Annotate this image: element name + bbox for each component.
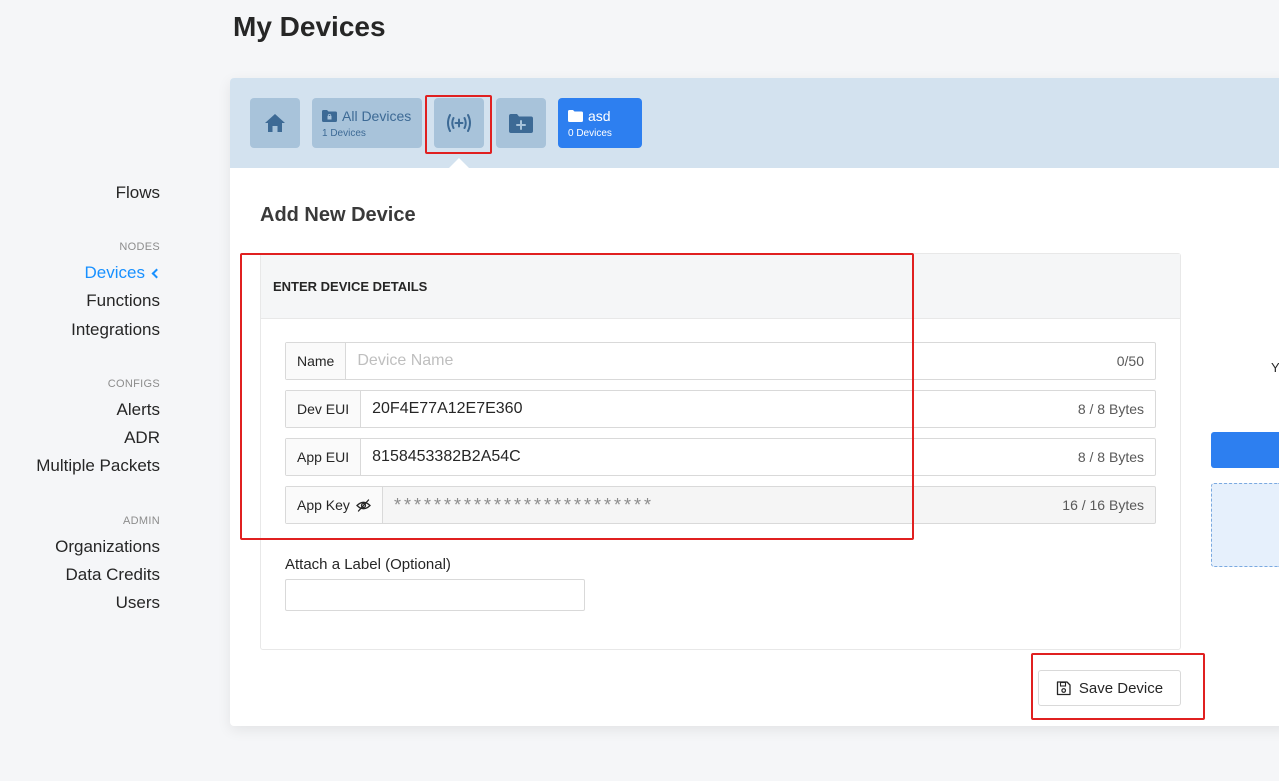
add-device-button[interactable] xyxy=(434,98,484,148)
app-eui-field[interactable]: App EUI 8158453382B2A54C 8 / 8 Bytes xyxy=(285,438,1156,476)
dev-eui-input[interactable]: 20F4E77A12E7E360 xyxy=(361,391,1078,427)
app-eui-label: App EUI xyxy=(286,439,362,475)
sidebar-item-alerts[interactable]: Alerts xyxy=(117,400,160,420)
app-key-label: App Key xyxy=(297,497,350,513)
sidebar-item-devices[interactable]: Devices xyxy=(84,263,162,283)
sidebar-item-label: Devices xyxy=(84,263,145,282)
sidebar-item-organizations[interactable]: Organizations xyxy=(55,537,160,557)
app-eui-counter: 8 / 8 Bytes xyxy=(1077,449,1144,465)
add-device-title: Add New Device xyxy=(260,204,416,226)
active-tab-pointer xyxy=(449,158,469,168)
antenna-plus-icon xyxy=(447,114,471,132)
sidebar-section-nodes: NODES xyxy=(119,241,160,253)
name-field[interactable]: Name Device Name 0/50 xyxy=(285,342,1156,380)
sidebar-item-functions[interactable]: Functions xyxy=(86,291,160,311)
device-details-panel: ENTER DEVICE DETAILS Name Device Name 0/… xyxy=(260,253,1181,650)
name-label: Name xyxy=(286,343,347,379)
device-toolbar: All Devices 1 Devices asd 0 Devices xyxy=(230,78,1279,168)
sidebar-section-configs: CONFIGS xyxy=(107,378,160,390)
all-devices-button[interactable]: All Devices 1 Devices xyxy=(312,98,422,148)
sidebar-item-integrations[interactable]: Integrations xyxy=(71,320,160,340)
app-key-label-group: App Key xyxy=(286,487,383,523)
folder-plus-icon xyxy=(509,113,533,133)
app-key-counter: 16 / 16 Bytes xyxy=(1062,497,1144,513)
dev-eui-label: Dev EUI xyxy=(286,391,362,427)
all-devices-label: All Devices xyxy=(342,107,412,124)
sidebar: Flows NODES Devices Functions Integratio… xyxy=(0,0,162,781)
app-eui-input[interactable]: 8158453382B2A54C xyxy=(361,439,1078,475)
save-device-button[interactable]: Save Device xyxy=(1038,670,1181,706)
attach-label-input[interactable] xyxy=(285,579,585,611)
folder-asd-button[interactable]: asd 0 Devices xyxy=(558,98,642,148)
add-folder-button[interactable] xyxy=(496,98,546,148)
all-devices-count: 1 Devices xyxy=(322,127,366,139)
sidebar-item-users[interactable]: Users xyxy=(116,593,160,613)
folder-icon xyxy=(568,109,583,122)
devices-card: All Devices 1 Devices asd 0 Devices Add … xyxy=(230,78,1279,726)
folder-asd-count: 0 Devices xyxy=(568,127,612,139)
sidebar-item-flows[interactable]: Flows xyxy=(116,183,160,203)
page-title: My Devices xyxy=(233,11,386,42)
sidebar-item-data-credits[interactable]: Data Credits xyxy=(66,565,160,585)
right-panel-text-fragment: Y xyxy=(1271,360,1279,375)
save-icon xyxy=(1056,680,1071,695)
name-input[interactable]: Device Name xyxy=(346,343,1116,379)
device-details-header: ENTER DEVICE DETAILS xyxy=(261,254,1180,319)
home-icon xyxy=(265,114,285,132)
dev-eui-field[interactable]: Dev EUI 20F4E77A12E7E360 8 / 8 Bytes xyxy=(285,390,1156,428)
chevron-left-icon xyxy=(151,268,162,279)
attach-label-title: Attach a Label (Optional) xyxy=(285,556,451,573)
app-key-field[interactable]: App Key ************************** 16 / … xyxy=(285,486,1156,524)
name-counter: 0/50 xyxy=(1116,353,1144,369)
sidebar-item-adr[interactable]: ADR xyxy=(124,428,160,448)
right-panel-dropzone[interactable] xyxy=(1211,483,1279,567)
save-device-label: Save Device xyxy=(1078,679,1164,697)
dev-eui-counter: 8 / 8 Bytes xyxy=(1077,401,1144,417)
folder-asd-label: asd xyxy=(588,107,611,124)
right-panel-primary-button[interactable] xyxy=(1211,432,1279,468)
app-key-input[interactable]: ************************** xyxy=(382,487,1063,523)
lock-folder-icon xyxy=(322,109,337,122)
home-button[interactable] xyxy=(250,98,300,148)
sidebar-item-multiple-packets[interactable]: Multiple Packets xyxy=(36,456,160,476)
sidebar-section-admin: ADMIN xyxy=(123,515,160,527)
eye-slash-icon[interactable] xyxy=(356,498,371,512)
